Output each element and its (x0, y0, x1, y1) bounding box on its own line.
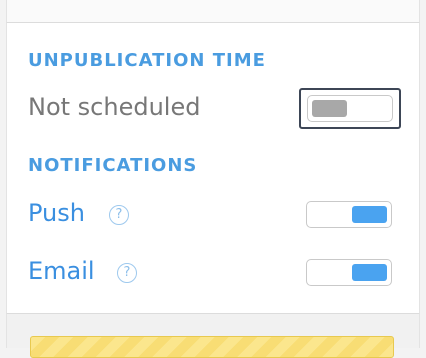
warning-box (30, 336, 394, 358)
top-panel-strip (6, 0, 420, 23)
unpublication-status: Not scheduled (28, 93, 201, 121)
help-icon[interactable]: ? (109, 205, 129, 225)
notifications-heading: NOTIFICATIONS (28, 155, 198, 176)
unpublication-toggle[interactable] (307, 95, 393, 122)
toggle-knob (312, 100, 347, 117)
toggle-knob (352, 264, 387, 281)
push-toggle[interactable] (306, 201, 392, 228)
email-label: Email (28, 257, 95, 285)
help-icon[interactable]: ? (117, 263, 137, 283)
push-label: Push (28, 199, 85, 227)
toggle-knob (352, 206, 387, 223)
unpublication-heading: UNPUBLICATION TIME (28, 50, 266, 71)
email-toggle[interactable] (306, 259, 392, 286)
